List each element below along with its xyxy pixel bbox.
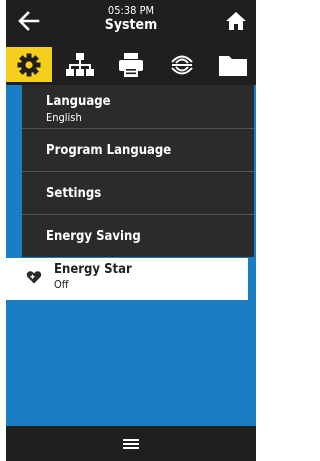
menu-item-language[interactable]: Language English xyxy=(22,85,254,127)
menu-item-program-language[interactable]: Program Language xyxy=(22,129,254,171)
tab-system[interactable] xyxy=(6,47,52,82)
home-button[interactable] xyxy=(224,9,248,33)
tab-rfid[interactable] xyxy=(159,47,205,82)
menu-item-energy-saving[interactable]: Energy Saving xyxy=(22,215,254,257)
menu-item-label: Energy Saving xyxy=(46,229,141,244)
menu-item-value: English xyxy=(46,111,82,124)
menu-item-label: Settings xyxy=(46,186,102,201)
heart-plus-icon xyxy=(26,271,42,284)
network-icon xyxy=(66,52,94,76)
clock: 05:38 PM xyxy=(107,4,155,17)
page-title: System xyxy=(104,17,158,33)
folder-icon xyxy=(219,55,247,76)
home-icon xyxy=(226,12,246,30)
energy-saving-submenu: Language English Program Language Settin… xyxy=(22,85,254,257)
printer-screen: 05:38 PM System Language English Program… xyxy=(6,0,256,461)
menu-item-label: Language xyxy=(46,94,111,109)
menu-item-settings[interactable]: Settings xyxy=(22,172,254,214)
tab-bar xyxy=(6,44,256,85)
printer-icon xyxy=(119,52,143,77)
footer-bar xyxy=(6,426,256,461)
menu-button[interactable] xyxy=(121,436,141,452)
gear-icon xyxy=(17,53,41,76)
energy-star-value: Off xyxy=(54,278,69,291)
tab-connection[interactable] xyxy=(57,47,103,82)
rfid-icon xyxy=(171,55,193,74)
hamburger-menu-icon xyxy=(123,439,139,449)
tab-storage[interactable] xyxy=(210,47,256,82)
menu-item-label: Program Language xyxy=(46,143,172,158)
energy-star-label: Energy Star xyxy=(54,262,132,277)
header-bar: 05:38 PM System xyxy=(6,0,256,44)
tab-print[interactable] xyxy=(108,47,154,82)
energy-star-item[interactable]: Energy Star Off xyxy=(6,258,248,300)
content-area: Language English Program Language Settin… xyxy=(6,85,256,426)
